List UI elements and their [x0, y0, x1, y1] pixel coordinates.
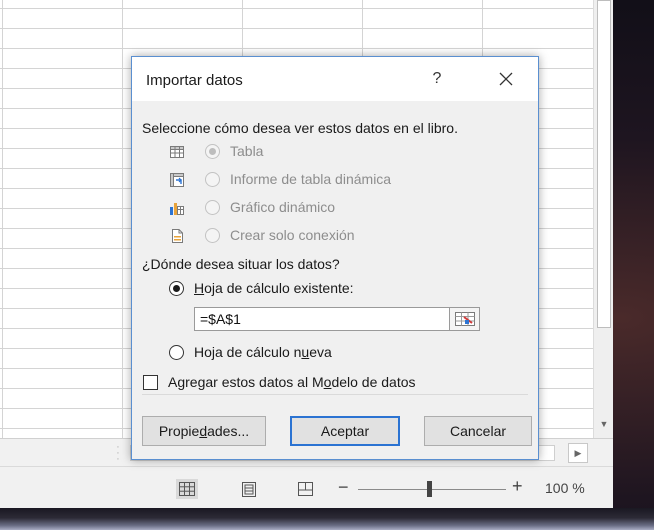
- connection-icon: [172, 229, 183, 243]
- pivot-chart-icon: [170, 203, 184, 215]
- data-model-checkbox[interactable]: [143, 375, 158, 390]
- dialog-title: Importar datos: [146, 72, 243, 89]
- accept-button[interactable]: Aceptar: [290, 416, 400, 446]
- zoom-in-button[interactable]: +: [512, 476, 523, 497]
- normal-view-icon[interactable]: [176, 479, 198, 499]
- radio-new-sheet[interactable]: [169, 345, 184, 360]
- taskbar-edge: [0, 508, 654, 530]
- range-select-icon: [454, 312, 475, 326]
- option-pivot-chart-label: Gráfico dinámico: [230, 199, 336, 215]
- page-layout-view-icon[interactable]: [238, 479, 260, 499]
- tab-split-handle-icon[interactable]: · · ·: [115, 442, 121, 465]
- scroll-down-arrow-icon[interactable]: ▼: [594, 414, 613, 434]
- vertical-scrollbar[interactable]: ▼: [593, 0, 613, 438]
- page-break-view-icon[interactable]: [294, 479, 316, 499]
- properties-button[interactable]: Propiedades...: [142, 416, 266, 446]
- option-pivot-table-label: Informe de tabla dinámica: [230, 171, 392, 187]
- zoom-level[interactable]: 100 %: [545, 480, 585, 496]
- close-icon: [499, 72, 513, 86]
- scroll-right-arrow-icon[interactable]: ▶: [568, 443, 588, 463]
- close-button[interactable]: [486, 65, 526, 93]
- separator: [142, 394, 528, 395]
- radio-existing-sheet[interactable]: [169, 281, 184, 296]
- dialog-titlebar[interactable]: Importar datos ?: [132, 57, 538, 101]
- table-icon: [170, 146, 184, 158]
- import-data-dialog: Importar datos ? Seleccione cómo desea v…: [131, 56, 539, 460]
- range-picker-button[interactable]: [450, 307, 480, 331]
- zoom-slider-track[interactable]: [358, 489, 506, 490]
- radio-pivot-table[interactable]: [205, 172, 220, 187]
- radio-pivot-chart[interactable]: [205, 200, 220, 215]
- help-button[interactable]: ?: [425, 65, 449, 93]
- vertical-scroll-thumb[interactable]: [597, 0, 611, 328]
- pivot-table-icon: [170, 173, 184, 187]
- radio-connection-only[interactable]: [205, 228, 220, 243]
- dialog-body: Seleccione cómo desea ver estos datos en…: [132, 101, 538, 459]
- option-connection-only-label: Crear solo conexión: [230, 227, 355, 243]
- cancel-button[interactable]: Cancelar: [424, 416, 532, 446]
- location-prompt: ¿Dónde desea situar los datos?: [142, 256, 340, 272]
- option-table-label: Tabla: [230, 143, 264, 159]
- existing-sheet-label: Hoja de cálculo existente:: [194, 280, 354, 296]
- new-sheet-label: Hoja de cálculo nueva: [194, 344, 332, 360]
- zoom-slider-handle[interactable]: [427, 481, 432, 497]
- data-model-label: Agregar estos datos al Modelo de datos: [168, 374, 416, 390]
- status-bar: − + 100 %: [0, 466, 613, 508]
- zoom-out-button[interactable]: −: [338, 477, 349, 498]
- view-prompt: Seleccione cómo desea ver estos datos en…: [142, 120, 458, 136]
- radio-table[interactable]: [205, 144, 220, 159]
- range-input[interactable]: [194, 307, 450, 331]
